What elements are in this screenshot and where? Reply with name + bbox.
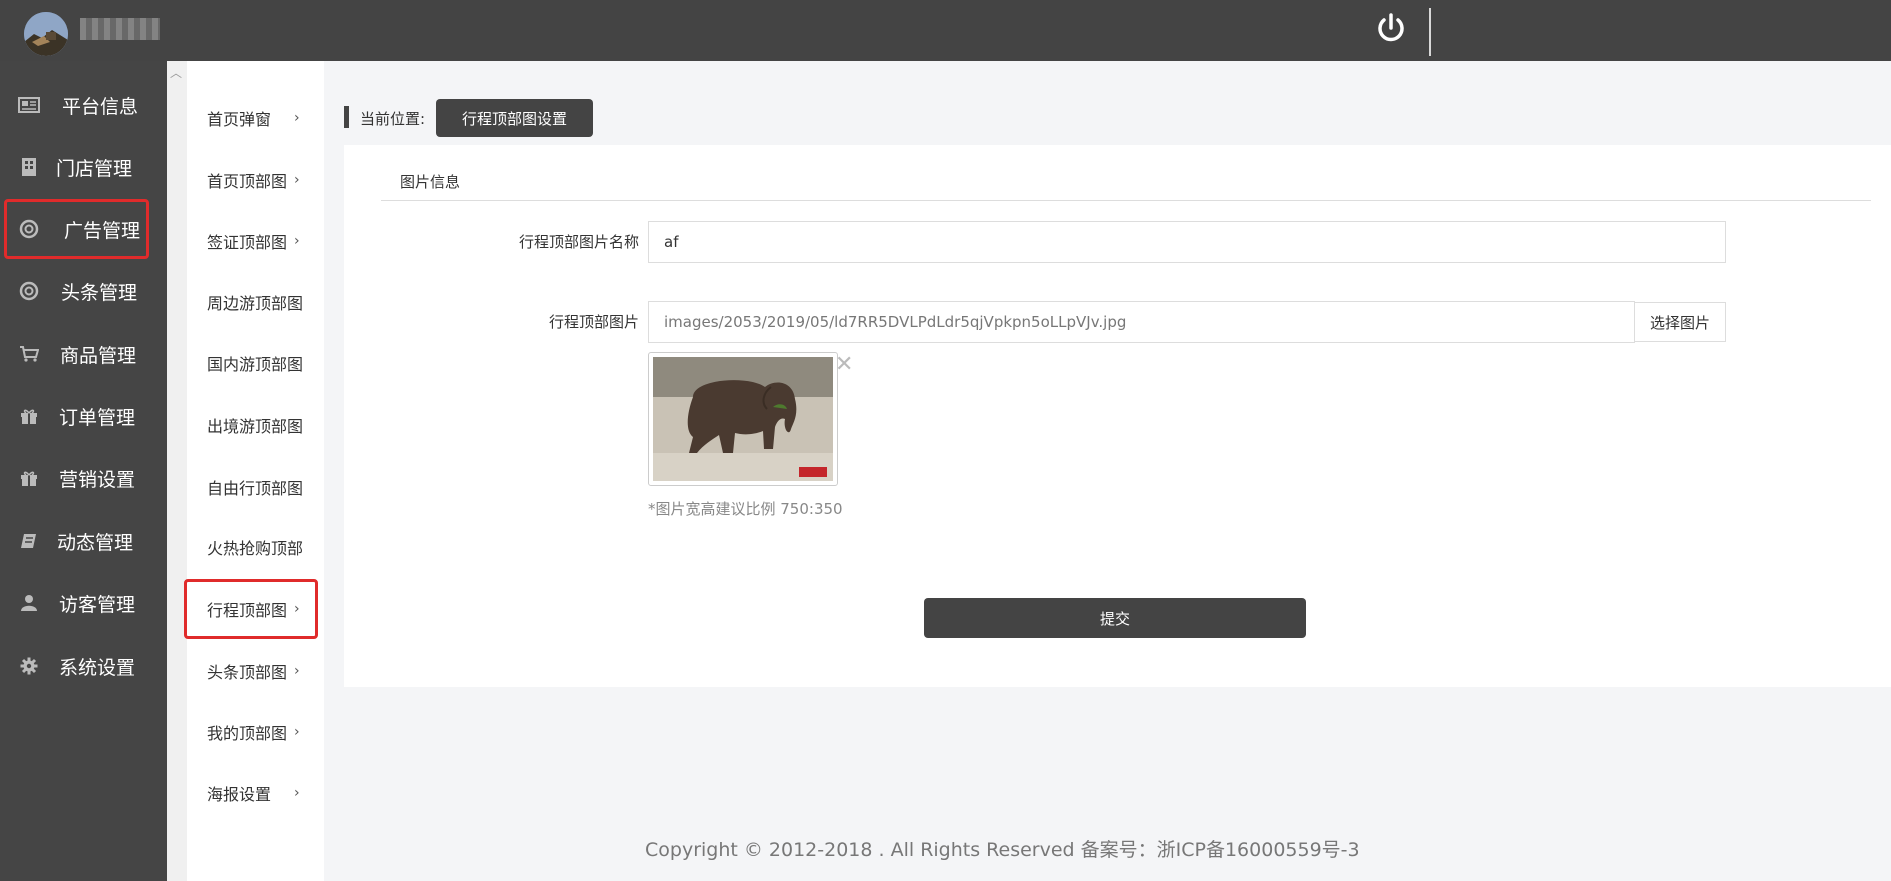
book-icon	[18, 530, 40, 552]
sidebar-item-label: 营销设置	[59, 468, 136, 491]
chevron-right-icon: ›	[294, 601, 300, 617]
image-field-label: 行程顶部图片	[548, 313, 639, 331]
top-bar	[0, 0, 1891, 61]
chevron-right-icon: ›	[294, 663, 300, 679]
sidebar-item-label: 访客管理	[59, 593, 136, 616]
sidebar-item-label: 动态管理	[57, 531, 134, 554]
sidebar-item-label: 头条管理	[61, 281, 138, 304]
section-title: 图片信息	[400, 173, 461, 191]
sidebar-item-orders[interactable]: 订单管理	[0, 386, 167, 446]
breadcrumb-marker	[344, 106, 349, 128]
name-field-label: 行程顶部图片名称	[518, 233, 639, 251]
section-divider	[381, 200, 1871, 201]
subnav-item-domestic-top[interactable]: 国内游顶部图	[187, 343, 324, 383]
username-blurred	[80, 18, 160, 40]
subnav-item-label: 火热抢购顶部	[207, 539, 304, 558]
subnav-item-itinerary-top[interactable]: 行程顶部图 ›	[184, 579, 318, 639]
chevron-right-icon: ›	[294, 172, 300, 188]
subnav-item-my-top[interactable]: 我的顶部图 ›	[187, 712, 324, 752]
choose-image-button[interactable]: 选择图片	[1634, 302, 1726, 342]
user-avatar[interactable]	[24, 12, 68, 56]
subnav-item-label: 我的顶部图	[207, 724, 288, 743]
chevron-right-icon: ›	[294, 233, 300, 249]
lifebuoy-icon	[18, 280, 40, 302]
sidebar-item-settings[interactable]: 系统设置	[0, 636, 167, 696]
image-thumbnail	[648, 352, 838, 486]
gift-icon	[18, 467, 40, 489]
close-icon[interactable]: ✕	[835, 352, 853, 377]
subnav-item-poster[interactable]: 海报设置 ›	[187, 773, 324, 813]
form-panel: 图片信息 行程顶部图片名称 af 行程顶部图片 images/2053/2019…	[344, 145, 1891, 687]
sidebar-item-label: 广告管理	[64, 219, 141, 242]
sidebar-item-products[interactable]: 商品管理	[0, 324, 167, 384]
scroll-up-icon[interactable]: ︿	[168, 64, 184, 80]
chevron-right-icon: ›	[294, 724, 300, 740]
sidebar-item-label: 平台信息	[62, 95, 139, 118]
subnav-item-flash-sale-top[interactable]: 火热抢购顶部	[187, 527, 324, 567]
subnav-item-label: 签证顶部图	[207, 233, 288, 252]
lifebuoy-icon	[18, 218, 40, 240]
sidebar-item-headlines[interactable]: 头条管理	[0, 261, 167, 321]
breadcrumb-label: 当前位置:	[360, 110, 426, 128]
elephant-image	[653, 357, 833, 481]
main-sidebar: 平台信息 门店管理 广告管理 头条管理 商品管理 订单管理 营销设置 动态管理 …	[0, 61, 167, 881]
subnav-item-visa-top[interactable]: 签证顶部图 ›	[187, 221, 324, 261]
power-icon[interactable]	[1374, 11, 1408, 45]
footer-copyright: Copyright © 2012-2018 . All Rights Reser…	[645, 839, 1360, 861]
sidebar-item-activity[interactable]: 动态管理	[0, 511, 167, 571]
user-icon	[18, 592, 40, 614]
sidebar-item-label: 门店管理	[56, 157, 133, 180]
gear-icon	[18, 655, 40, 677]
building-icon	[18, 156, 40, 178]
subnav-item-free-travel-top[interactable]: 自由行顶部图	[187, 467, 324, 507]
subnav-item-label: 出境游顶部图	[207, 417, 304, 436]
sidebar-item-label: 订单管理	[59, 406, 136, 429]
subnav-item-outbound-top[interactable]: 出境游顶部图	[187, 405, 324, 445]
sub-sidebar: 首页弹窗 › 首页顶部图 › 签证顶部图 › 周边游顶部图 国内游顶部图 出境游…	[184, 61, 324, 881]
sidebar-item-marketing[interactable]: 营销设置	[0, 448, 167, 508]
subnav-item-label: 头条顶部图	[207, 663, 288, 682]
subnav-item-nearby-top[interactable]: 周边游顶部图	[187, 282, 324, 322]
subnav-item-headline-top[interactable]: 头条顶部图 ›	[187, 651, 324, 691]
sidebar-scrollbar[interactable]	[167, 61, 187, 881]
chevron-right-icon: ›	[294, 785, 300, 801]
top-divider	[1429, 8, 1431, 56]
subnav-item-label: 自由行顶部图	[207, 479, 304, 498]
gift-icon	[18, 405, 40, 427]
sidebar-item-label: 商品管理	[60, 344, 137, 367]
image-ratio-hint: *图片宽高建议比例 750:350	[648, 500, 843, 518]
subnav-item-label: 海报设置	[207, 785, 272, 804]
cart-icon	[18, 343, 40, 365]
subnav-item-label: 周边游顶部图	[207, 294, 304, 313]
subnav-item-label: 首页弹窗	[207, 110, 272, 129]
submit-button[interactable]: 提交	[924, 598, 1306, 638]
sidebar-item-visitors[interactable]: 访客管理	[0, 573, 167, 633]
subnav-item-home-popup[interactable]: 首页弹窗 ›	[187, 98, 324, 138]
image-path-field[interactable]: images/2053/2019/05/ld7RR5DVLPdLdr5qjVpk…	[648, 301, 1635, 343]
sidebar-item-label: 系统设置	[59, 656, 136, 679]
subnav-item-label: 首页顶部图	[207, 172, 288, 191]
newspaper-icon	[18, 94, 40, 116]
breadcrumb-current[interactable]: 行程顶部图设置	[436, 99, 593, 137]
sidebar-item-platform-info[interactable]: 平台信息	[0, 75, 167, 135]
subnav-item-home-top[interactable]: 首页顶部图 ›	[187, 160, 324, 200]
chevron-right-icon: ›	[294, 110, 300, 126]
subnav-item-label: 行程顶部图	[207, 601, 288, 620]
sidebar-item-ads[interactable]: 广告管理	[4, 199, 149, 259]
name-field[interactable]: af	[648, 221, 1726, 263]
sidebar-item-store[interactable]: 门店管理	[0, 137, 167, 197]
subnav-item-label: 国内游顶部图	[207, 355, 304, 374]
